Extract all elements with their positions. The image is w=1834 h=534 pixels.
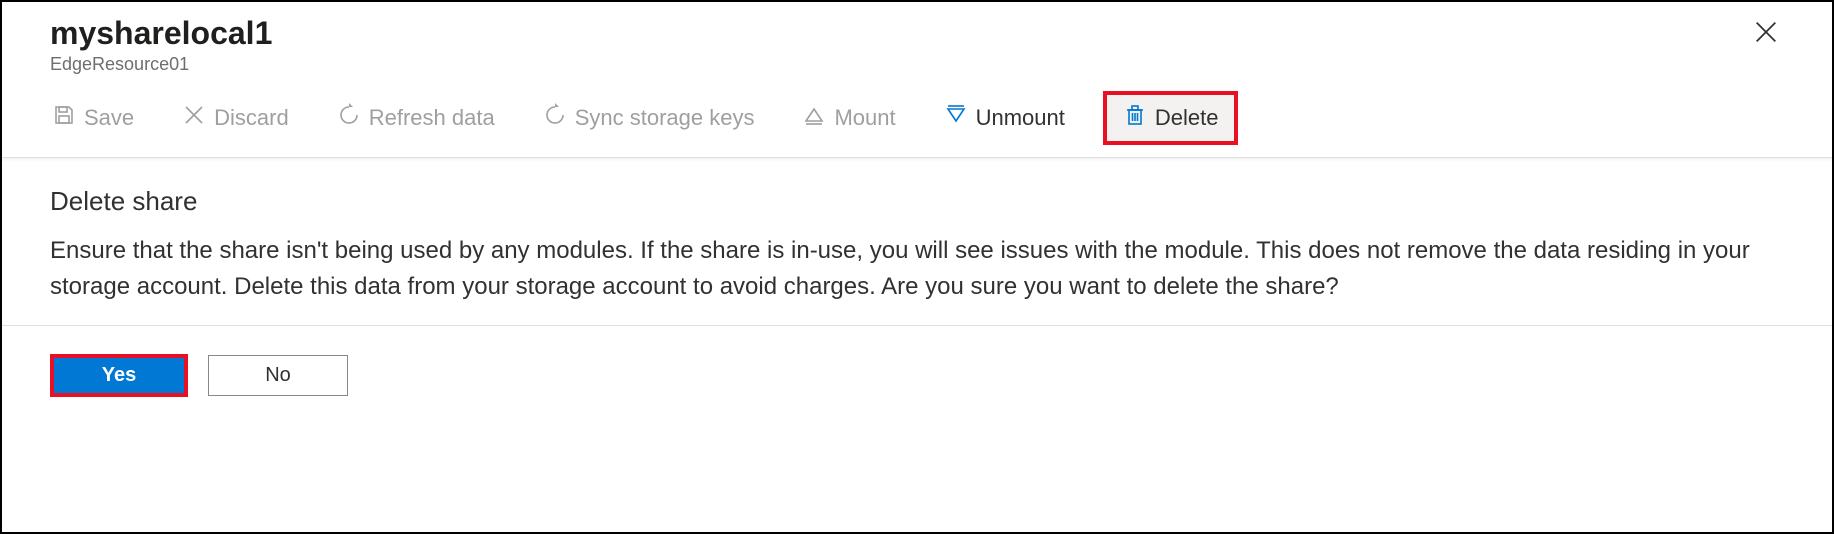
sync-storage-keys-button[interactable]: Sync storage keys — [533, 97, 765, 139]
dialog-body: Ensure that the share isn't being used b… — [50, 233, 1784, 305]
share-title: mysharelocal1 — [50, 14, 272, 52]
resource-name: EdgeResource01 — [50, 54, 272, 75]
yes-button-highlight: Yes — [50, 354, 188, 397]
delete-button[interactable]: Delete — [1103, 91, 1239, 145]
header-title-group: mysharelocal1 EdgeResource01 — [50, 14, 272, 75]
yes-button[interactable]: Yes — [54, 358, 184, 393]
refresh-icon — [337, 103, 361, 133]
dialog-footer: Yes No — [2, 326, 1832, 425]
discard-icon — [182, 103, 206, 133]
unmount-button[interactable]: Unmount — [934, 97, 1075, 139]
save-button[interactable]: Save — [42, 97, 144, 139]
sync-icon — [543, 103, 567, 133]
mount-label: Mount — [834, 105, 895, 131]
dialog-content: Delete share Ensure that the share isn't… — [2, 158, 1832, 326]
command-bar: Save Discard Refresh data Sync storage k… — [2, 83, 1832, 158]
delete-icon — [1123, 103, 1147, 133]
no-button[interactable]: No — [208, 355, 348, 396]
unmount-icon — [944, 103, 968, 133]
mount-button[interactable]: Mount — [792, 97, 905, 139]
save-label: Save — [84, 105, 134, 131]
dialog-heading: Delete share — [50, 186, 1784, 217]
refresh-data-button[interactable]: Refresh data — [327, 97, 505, 139]
mount-icon — [802, 103, 826, 133]
save-icon — [52, 103, 76, 133]
blade-header: mysharelocal1 EdgeResource01 — [2, 2, 1832, 83]
discard-button[interactable]: Discard — [172, 97, 299, 139]
close-icon — [1752, 18, 1780, 49]
discard-label: Discard — [214, 105, 289, 131]
close-button[interactable] — [1748, 14, 1784, 53]
sync-label: Sync storage keys — [575, 105, 755, 131]
delete-label: Delete — [1155, 105, 1219, 131]
refresh-label: Refresh data — [369, 105, 495, 131]
unmount-label: Unmount — [976, 105, 1065, 131]
